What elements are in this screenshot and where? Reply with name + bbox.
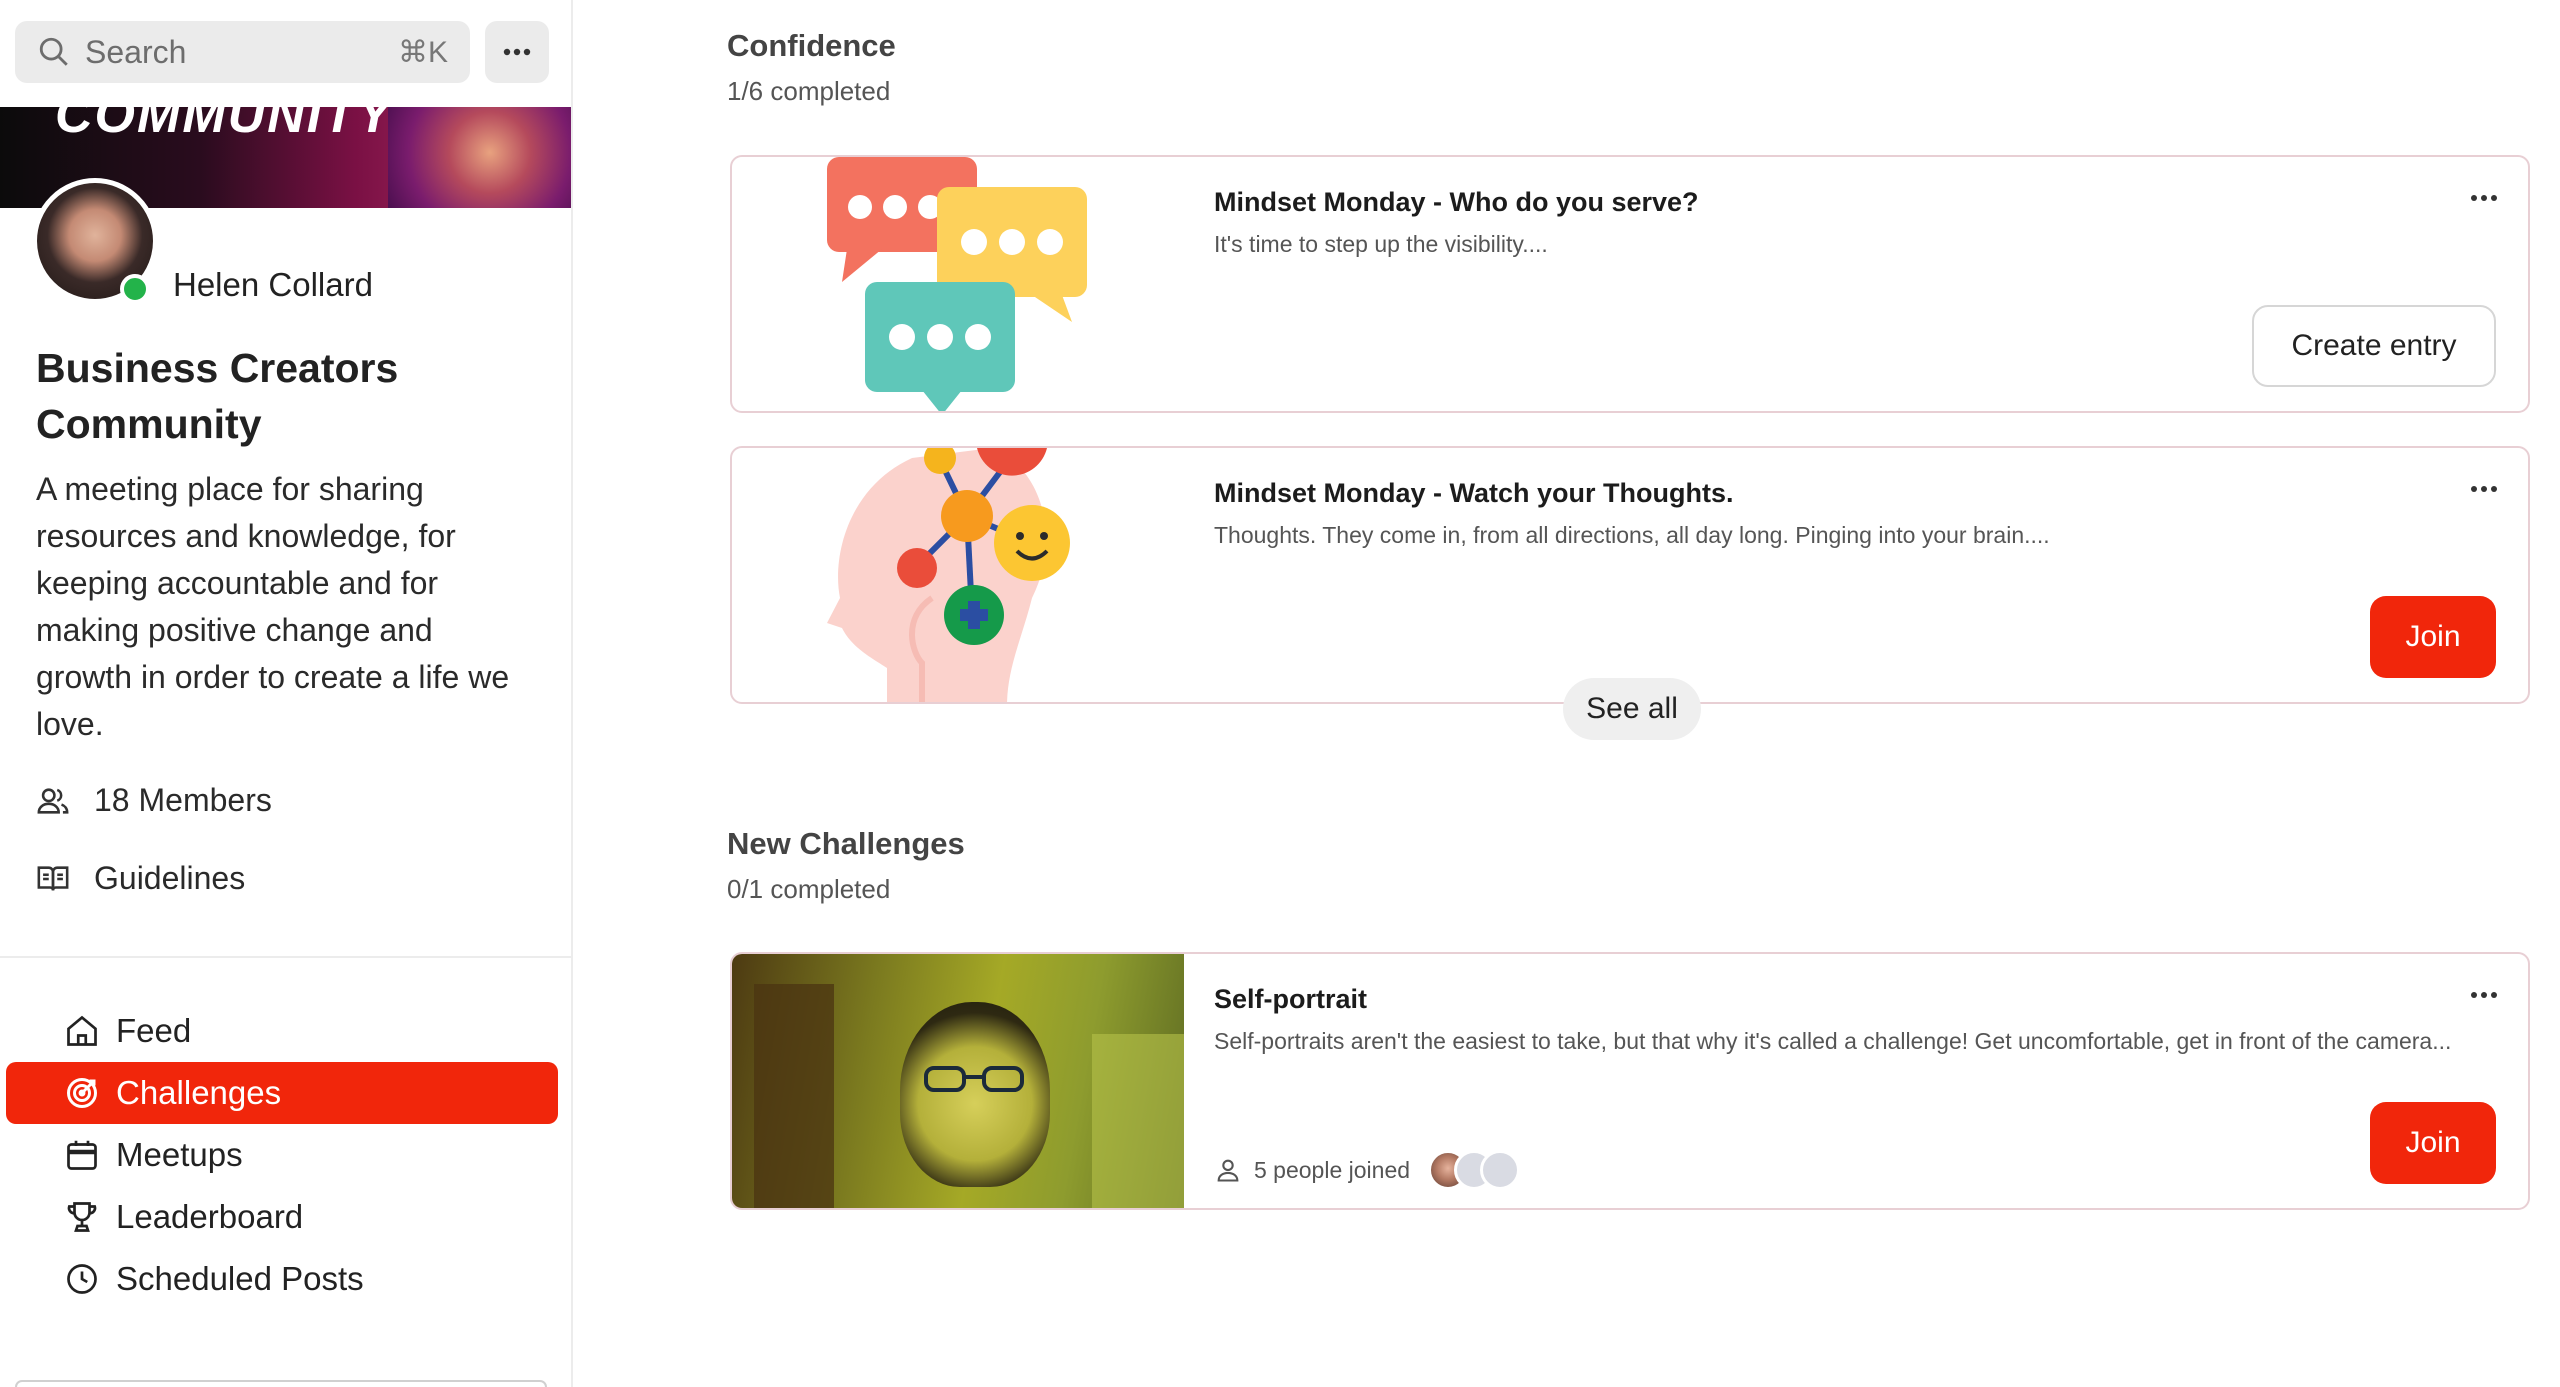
- section-title: Confidence: [727, 28, 896, 63]
- trophy-icon: [67, 1202, 97, 1232]
- card-options-button[interactable]: [2462, 476, 2506, 502]
- join-button[interactable]: Join: [2370, 596, 2496, 678]
- photo-subject: [900, 1002, 1050, 1187]
- banner-photo: [388, 107, 571, 208]
- sidebar-item-challenges[interactable]: Challenges: [6, 1062, 558, 1124]
- owner-name[interactable]: Helen Collard: [173, 266, 373, 304]
- create-entry-button[interactable]: Create entry: [2252, 305, 2496, 387]
- sidebar-bottom-panel: [15, 1380, 547, 1387]
- ellipsis-icon: [2471, 992, 2497, 998]
- head-thoughts-illustration: [827, 448, 1070, 702]
- avatar: [1480, 1150, 1521, 1190]
- sidebar-divider: [0, 956, 571, 958]
- search-icon: [39, 37, 68, 66]
- home-icon: [67, 1015, 97, 1046]
- sidebar-item-label: Meetups: [116, 1136, 243, 1173]
- challenge-card[interactable]: Self-portrait Self-portraits aren't the …: [730, 952, 2530, 1210]
- glasses-icon: [924, 1066, 1024, 1092]
- ellipsis-icon: [503, 48, 531, 56]
- section-progress: 0/1 completed: [727, 874, 891, 904]
- ellipsis-icon: [2471, 486, 2497, 492]
- members-link[interactable]: 18 Members: [36, 782, 272, 819]
- target-icon: [67, 1078, 97, 1108]
- more-options-button[interactable]: [485, 21, 549, 83]
- sidebar-item-scheduled-posts[interactable]: Scheduled Posts: [6, 1248, 558, 1310]
- sidebar-item-label: Scheduled Posts: [116, 1260, 364, 1297]
- sidebar-item-label: Leaderboard: [116, 1198, 304, 1235]
- sidebar-nav: Feed Challenges Meetups Leaderboard Sche…: [6, 1000, 558, 1310]
- photo-background-door: [754, 984, 834, 1208]
- sidebar-item-leaderboard[interactable]: Leaderboard: [6, 1186, 558, 1248]
- sidebar-item-feed[interactable]: Feed: [6, 1000, 558, 1062]
- sidebar: Search ⌘K COMMUNITY Helen Collard Busine…: [0, 0, 573, 1387]
- sidebar-item-label: Challenges: [116, 1074, 282, 1111]
- card-options-button[interactable]: [2462, 982, 2506, 1008]
- calendar-icon: [67, 1140, 97, 1170]
- online-status-indicator: [120, 274, 150, 304]
- card-options-button[interactable]: [2462, 185, 2506, 211]
- section-progress: 1/6 completed: [727, 76, 891, 106]
- search-input[interactable]: Search ⌘K: [15, 21, 470, 83]
- guidelines-label: Guidelines: [94, 860, 246, 896]
- search-shortcut: ⌘K: [397, 35, 448, 69]
- photo-background-shelf: [1092, 1034, 1184, 1208]
- challenge-description: Thoughts. They come in, from all directi…: [1214, 522, 2050, 548]
- speech-bubbles-illustration: [827, 157, 1087, 411]
- challenge-card[interactable]: Mindset Monday - Watch your Thoughts. Th…: [730, 446, 2530, 704]
- search-placeholder: Search: [85, 33, 187, 70]
- challenge-card[interactable]: Mindset Monday - Who do you serve? It's …: [730, 155, 2530, 413]
- see-all-button[interactable]: See all: [1563, 678, 1701, 740]
- ellipsis-icon: [2471, 195, 2497, 201]
- self-portrait-photo: [732, 954, 1184, 1208]
- participants-label: 5 people joined: [1254, 1156, 1411, 1183]
- clock-icon: [67, 1264, 97, 1294]
- participant-avatars: [1428, 1150, 1521, 1190]
- members-label: 18 Members: [94, 782, 272, 818]
- person-icon: [1217, 1159, 1239, 1182]
- community-description: A meeting place for sharing resources an…: [36, 471, 510, 742]
- banner-text: COMMUNITY: [55, 107, 394, 144]
- challenge-title[interactable]: Self-portrait: [1214, 984, 1367, 1015]
- book-icon: [37, 865, 69, 891]
- guidelines-link[interactable]: Guidelines: [36, 860, 245, 897]
- members-icon: [37, 787, 69, 814]
- section-title: New Challenges: [727, 826, 965, 861]
- challenge-description: Self-portraits aren't the easiest to tak…: [1214, 1028, 2452, 1054]
- challenge-title[interactable]: Mindset Monday - Watch your Thoughts.: [1214, 478, 1733, 509]
- sidebar-item-meetups[interactable]: Meetups: [6, 1124, 558, 1186]
- challenge-description: It's time to step up the visibility....: [1214, 231, 1548, 257]
- join-button[interactable]: Join: [2370, 1102, 2496, 1184]
- sidebar-item-label: Feed: [116, 1012, 192, 1049]
- community-title: Business Creators Community: [36, 345, 399, 447]
- participants-count[interactable]: 5 people joined: [1214, 1150, 1521, 1190]
- challenge-title[interactable]: Mindset Monday - Who do you serve?: [1214, 187, 1699, 218]
